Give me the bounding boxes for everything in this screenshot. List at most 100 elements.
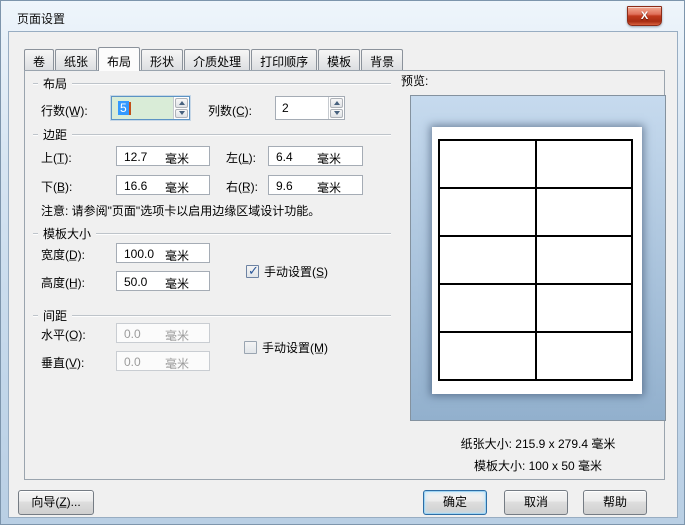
width-value: 100.0: [124, 247, 155, 261]
vertical-spacing-field: 0.0 毫米: [116, 351, 210, 371]
group-divider-line: [72, 82, 391, 84]
arrow-down-icon: [333, 111, 340, 116]
bottom-margin-label: 下(B̲):: [41, 180, 73, 194]
horizontal-spacing-field: 0.0 毫米: [116, 323, 210, 343]
template-size-group-title: 模板大小: [43, 226, 92, 241]
cols-input[interactable]: 2: [276, 97, 328, 119]
preview-cell: [439, 332, 536, 380]
preview-cell: [535, 284, 632, 332]
height-label: 高度(H̲):: [41, 276, 85, 290]
vertical-spacing-label: 垂直(V̲):: [41, 356, 85, 370]
tab-5[interactable]: 介质处理: [184, 49, 251, 70]
bottom-margin-field[interactable]: 16.6 毫米: [116, 175, 210, 195]
margins-group-title: 边距: [43, 127, 68, 142]
unit-label: 毫米: [165, 357, 190, 371]
unit-label: 毫米: [317, 181, 342, 195]
tab-6[interactable]: 打印顺序: [251, 49, 318, 70]
right-margin-field[interactable]: 9.6 毫米: [268, 175, 363, 195]
tab-1[interactable]: 卷: [24, 49, 55, 70]
preview-grid: [438, 139, 633, 381]
layout-group-title: 布局: [43, 76, 68, 91]
group-divider-line: [72, 133, 391, 135]
ok-button[interactable]: 确定: [423, 490, 487, 515]
spin-up-button[interactable]: [175, 98, 188, 108]
unit-label: 毫米: [165, 249, 190, 263]
width-label: 宽度(D̲):: [41, 248, 85, 262]
manual-template-size-label: 手动设置(S̲): [264, 265, 328, 279]
vertical-spacing-value: 0.0: [124, 355, 141, 369]
spin-down-button[interactable]: [175, 108, 188, 118]
unit-label: 毫米: [317, 152, 342, 166]
height-value: 50.0: [124, 275, 148, 289]
left-margin-field[interactable]: 6.4 毫米: [268, 146, 363, 166]
right-margin-value: 9.6: [276, 179, 293, 193]
margins-group-header: 边距: [33, 127, 391, 142]
preview-cell: [535, 332, 632, 380]
preview-cell: [439, 140, 536, 188]
cancel-button[interactable]: 取消: [504, 490, 568, 515]
preview-label: 预览:: [401, 74, 429, 88]
titlebar[interactable]: 页面设置 X: [1, 1, 684, 31]
width-field[interactable]: 100.0 毫米: [116, 243, 210, 263]
group-divider-line: [96, 232, 391, 234]
checkmark-icon: ✓: [248, 263, 259, 278]
arrow-up-icon: [178, 100, 185, 105]
note-text: 注意: 请参阅"页面"选项卡以启用边缘区域设计功能。: [41, 204, 321, 218]
manual-spacing-label: 手动设置(M̲): [262, 341, 328, 355]
tab-page-layout: 布局 行数(W̲): 5 列数(C̲): 2 边距 上(T̲): 12.7 毫米…: [24, 70, 666, 480]
top-margin-value: 12.7: [124, 150, 148, 164]
cols-label: 列数(C̲):: [208, 104, 252, 118]
cols-stepper[interactable]: 2: [275, 96, 345, 120]
template-size-group-header: 模板大小: [33, 226, 391, 241]
cols-spin-buttons: [328, 97, 344, 119]
left-margin-label: 左(L̲):: [226, 151, 257, 165]
close-icon[interactable]: X: [627, 6, 662, 26]
preview-cell: [439, 284, 536, 332]
paper-size-text: 纸张大小: 215.9 x 279.4 毫米: [460, 437, 616, 451]
tab-4[interactable]: 形状: [141, 49, 184, 70]
preview-cell: [439, 188, 536, 236]
page-setup-dialog: 页面设置 X 卷纸张 布局 形状 介质处理 打印顺序 模板 背景 布局 行数(W̲): 5 …: [0, 0, 685, 525]
manual-template-size-checkrow: ✓ 手动设置(S̲): [246, 263, 328, 280]
wizard-button[interactable]: 向导(Z̲)...: [18, 490, 94, 515]
help-button[interactable]: 帮助: [583, 490, 647, 515]
horizontal-spacing-value: 0.0: [124, 327, 141, 341]
spin-down-button[interactable]: [330, 108, 343, 118]
dialog-title: 页面设置: [17, 12, 66, 26]
tab-8[interactable]: 背景: [361, 49, 404, 70]
preview-panel: [410, 95, 666, 421]
arrow-down-icon: [178, 111, 185, 116]
spin-up-button[interactable]: [330, 98, 343, 108]
left-margin-value: 6.4: [276, 150, 293, 164]
horizontal-spacing-label: 水平(O̲):: [41, 328, 86, 342]
rows-stepper[interactable]: 5: [111, 96, 190, 120]
unit-label: 毫米: [165, 152, 190, 166]
tab-2[interactable]: 纸张: [55, 49, 98, 70]
unit-label: 毫米: [165, 329, 190, 343]
rows-label: 行数(W̲):: [41, 104, 88, 118]
layout-group-header: 布局: [33, 76, 391, 91]
manual-spacing-checkrow: 手动设置(M̲): [244, 339, 328, 356]
tab-3[interactable]: 布局: [98, 47, 141, 71]
preview-cell: [535, 140, 632, 188]
text-caret: [128, 102, 131, 116]
height-field[interactable]: 50.0 毫米: [116, 271, 210, 291]
preview-cell: [439, 236, 536, 284]
top-margin-label: 上(T̲):: [41, 151, 72, 165]
preview-paper: [432, 127, 642, 394]
preview-cell: [535, 236, 632, 284]
manual-template-size-checkbox[interactable]: ✓: [246, 263, 259, 278]
group-divider-line: [72, 314, 391, 316]
right-margin-label: 右(R̲):: [226, 180, 258, 194]
template-size-text: 模板大小: 100 x 50 毫米: [473, 459, 603, 473]
unit-label: 毫米: [165, 181, 190, 195]
manual-spacing-checkbox[interactable]: [244, 341, 257, 354]
spacing-group-title: 间距: [43, 308, 68, 323]
rows-spin-buttons: [173, 97, 189, 119]
spacing-group-header: 间距: [33, 308, 391, 323]
unit-label: 毫米: [165, 277, 190, 291]
tab-7[interactable]: 模板: [318, 49, 361, 70]
arrow-up-icon: [333, 100, 340, 105]
top-margin-field[interactable]: 12.7 毫米: [116, 146, 210, 166]
rows-input[interactable]: 5: [112, 97, 173, 119]
